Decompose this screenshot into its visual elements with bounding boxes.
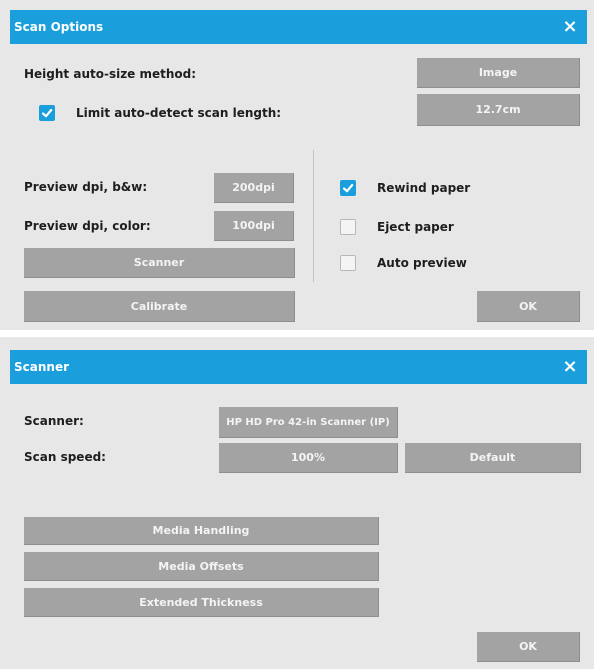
preview-color-dropdown[interactable]: 100dpi — [214, 211, 294, 241]
media-handling-button[interactable]: Media Handling — [24, 517, 379, 545]
vertical-divider — [313, 150, 314, 282]
scan-speed-label: Scan speed: — [24, 450, 106, 464]
auto-preview-label: Auto preview — [377, 256, 467, 270]
scan-speed-dropdown[interactable]: 100% — [219, 443, 398, 473]
limit-autodetect-value[interactable]: 12.7cm — [417, 94, 580, 126]
scanner-dropdown[interactable]: HP HD Pro 42-in Scanner (IP) — [219, 407, 398, 438]
height-autosize-dropdown[interactable]: Image — [417, 58, 580, 88]
calibrate-button[interactable]: Calibrate — [24, 291, 295, 322]
scanner-title: Scanner — [14, 360, 69, 374]
scan-options-title: Scan Options — [14, 20, 104, 34]
close-icon[interactable]: × — [559, 350, 581, 384]
scanner-ok-button[interactable]: OK — [477, 632, 580, 662]
limit-autodetect-label: Limit auto-detect scan length: — [76, 106, 282, 120]
scanner-titlebar: Scanner × — [10, 350, 587, 384]
rewind-paper-label: Rewind paper — [377, 181, 471, 195]
height-autosize-label: Height auto-size method: — [24, 67, 197, 81]
preview-color-label: Preview dpi, color: — [24, 219, 151, 233]
eject-paper-checkbox[interactable] — [340, 219, 356, 235]
scan-options-ok-button[interactable]: OK — [477, 291, 580, 322]
scanner-dialog: Scanner × Scanner: HP HD Pro 42-in Scann… — [0, 337, 594, 669]
scanner-label: Scanner: — [24, 414, 84, 428]
extended-thickness-button[interactable]: Extended Thickness — [24, 588, 379, 617]
preview-bw-dropdown[interactable]: 200dpi — [214, 173, 294, 203]
checkmark-icon — [342, 183, 354, 193]
eject-paper-label: Eject paper — [377, 220, 454, 234]
dialog-separator — [0, 330, 594, 337]
scanner-button[interactable]: Scanner — [24, 248, 295, 278]
scan-options-dialog: Scan Options × Height auto-size method: … — [0, 0, 594, 330]
preview-bw-label: Preview dpi, b&w: — [24, 180, 148, 194]
rewind-paper-checkbox[interactable] — [340, 180, 356, 196]
close-icon[interactable]: × — [559, 10, 581, 44]
checkmark-icon — [41, 108, 53, 118]
limit-autodetect-checkbox[interactable] — [39, 105, 55, 121]
auto-preview-checkbox[interactable] — [340, 255, 356, 271]
scan-options-titlebar: Scan Options × — [10, 10, 587, 44]
default-button[interactable]: Default — [405, 443, 581, 473]
media-offsets-button[interactable]: Media Offsets — [24, 552, 379, 581]
